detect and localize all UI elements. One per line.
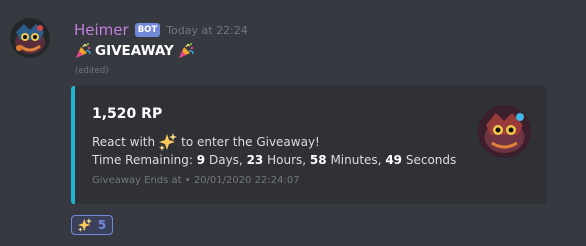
edited-label: (edited) [75,66,109,76]
hours-value: 23 [246,153,264,167]
reaction-count: 5 [97,218,107,232]
minutes-label: Minutes, [330,153,382,167]
days-value: 9 [196,153,206,167]
days-label: Days, [208,153,243,167]
bot-tag: BOT [134,23,161,37]
sparkles-reaction-button[interactable]: 5 [71,215,113,235]
author-avatar[interactable] [10,18,50,58]
author-name[interactable]: Heimer [74,21,129,39]
enter-prefix: React with [92,135,156,149]
minutes-value: 58 [309,153,327,167]
giveaway-embed: 1,520 RP React with to enter the Giveawa… [71,86,546,204]
embed-title: 1,520 RP [92,106,163,122]
message-text: GIVEAWAY [95,43,174,59]
enter-instructions: React with to enter the Giveaway! [92,133,456,151]
sparkles-icon [77,218,92,232]
chat-message: Heimer BOT Today at 22:24 GIVEAWAY (edit… [0,0,586,246]
message-header: Heimer BOT Today at 22:24 [74,20,248,40]
embed-footer: Giveaway Ends at • 20/01/2020 22:24:07 [92,175,300,186]
seconds-label: Seconds [405,153,457,167]
seconds-value: 49 [385,153,403,167]
sparkles-icon [159,133,178,151]
message-content: GIVEAWAY [74,40,195,62]
message-timestamp[interactable]: Today at 22:24 [166,24,248,37]
embed-thumbnail[interactable] [478,105,531,158]
hours-label: Hours, [267,153,307,167]
party-popper-icon [178,43,194,58]
time-remaining: Time Remaining: 9 Days, 23 Hours, 58 Min… [92,151,456,169]
time-remaining-label: Time Remaining: [92,153,193,167]
enter-suffix: to enter the Giveaway! [181,135,320,149]
party-popper-icon [76,43,91,58]
embed-description: React with to enter the Giveaway! Time R… [92,133,456,169]
